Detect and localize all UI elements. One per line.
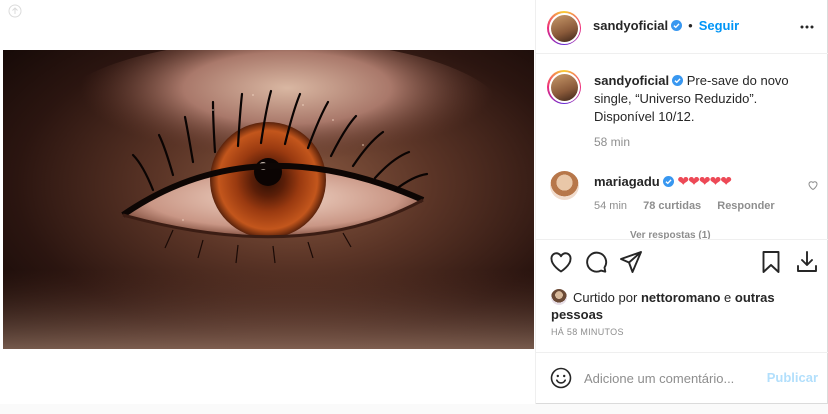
comment-meta: 54 min 78 curtidas Responder <box>594 200 788 212</box>
publish-button[interactable]: Publicar <box>767 370 818 385</box>
view-replies-button[interactable]: Ver respostas (1) <box>630 230 711 239</box>
bookmark-icon[interactable] <box>758 249 784 275</box>
verified-icon <box>672 75 684 86</box>
download-icon[interactable] <box>794 249 820 275</box>
caption-time: 58 min <box>594 135 631 149</box>
post-caption: sandyoficial Pre-save do novo single, “U… <box>594 72 819 126</box>
comment: mariagadu ❤❤❤❤❤ <box>594 172 732 191</box>
liked-by-username[interactable]: nettoromano <box>641 290 720 305</box>
media-column <box>0 0 535 404</box>
comment-text: ❤❤❤❤❤ <box>677 173 732 189</box>
emoji-icon[interactable] <box>550 367 572 389</box>
post-image[interactable] <box>3 50 534 349</box>
separator-dot: • <box>688 18 693 33</box>
reply-button[interactable]: Responder <box>717 200 774 212</box>
post-sidebar: sandyoficial • Seguir sandyoficial Pre-sav… <box>535 0 828 404</box>
comment-icon[interactable] <box>583 249 609 275</box>
eye-photo <box>3 50 534 349</box>
author-username[interactable]: sandyoficial <box>593 18 668 33</box>
comments-section: sandyoficial Pre-save do novo single, “U… <box>536 55 828 240</box>
likes-summary: Curtido por nettoromano e outras pessoas <box>551 289 821 323</box>
commenter-username[interactable]: mariagadu <box>594 174 660 189</box>
verified-icon <box>671 20 683 31</box>
caption-avatar[interactable] <box>547 70 581 104</box>
follow-button[interactable]: Seguir <box>699 18 739 33</box>
commenter-avatar[interactable] <box>550 171 579 200</box>
post-header: sandyoficial • Seguir <box>536 0 828 54</box>
add-comment-bar: Publicar <box>536 352 828 404</box>
post-timestamp[interactable]: HÁ 58 MINUTOS <box>551 327 624 337</box>
liker-avatar[interactable] <box>551 289 567 305</box>
author-avatar[interactable] <box>547 11 581 45</box>
action-bar <box>536 249 828 279</box>
likes-prefix: Curtido por <box>573 290 638 305</box>
upload-icon <box>8 4 22 18</box>
heart-icon[interactable] <box>548 249 574 275</box>
comment-input[interactable] <box>584 367 759 389</box>
comment-heart-icon[interactable] <box>807 179 819 191</box>
verified-icon <box>662 176 674 187</box>
caption-username[interactable]: sandyoficial <box>594 73 669 88</box>
likes-connector: e <box>724 290 732 305</box>
post-dialog: sandyoficial • Seguir sandyoficial Pre-sav… <box>0 0 828 404</box>
more-icon[interactable] <box>799 20 815 34</box>
comment-time: 54 min <box>594 200 628 212</box>
share-icon[interactable] <box>618 249 644 275</box>
comment-likes[interactable]: 78 curtidas <box>643 200 701 212</box>
